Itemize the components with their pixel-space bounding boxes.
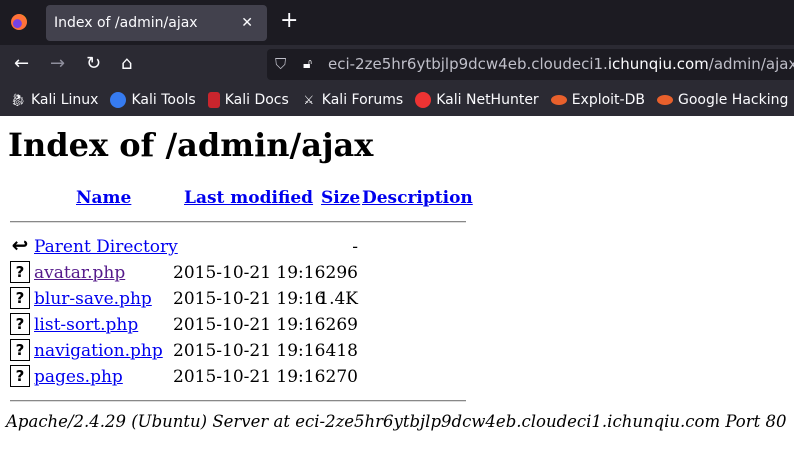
forward-button[interactable]: → xyxy=(50,53,65,74)
file-link[interactable]: blur-save.php xyxy=(34,289,152,309)
table-row: ? navigation.php 2015-10-21 19:16 418 xyxy=(0,338,470,364)
exploitdb-icon xyxy=(550,95,567,105)
file-size: 418 xyxy=(325,341,358,361)
sort-by-modified-link[interactable]: Last modified xyxy=(184,188,313,208)
file-modified: 2015-10-21 19:16 xyxy=(173,367,326,387)
url-domain: ichunqiu.com xyxy=(607,55,709,73)
bookmark-kali-nethunter[interactable]: Kali NetHunter xyxy=(415,92,539,108)
firefox-icon[interactable] xyxy=(11,14,27,30)
file-link[interactable]: navigation.php xyxy=(34,341,163,361)
file-size: 270 xyxy=(325,367,358,387)
bookmarks-bar: 🐉︎ Kali Linux Kali Tools Kali Docs ⚔︎ Kali… xyxy=(0,84,794,116)
file-size: - xyxy=(352,237,358,257)
url-path: /admin/ajax/ xyxy=(708,55,794,73)
unknown-file-icon: ? xyxy=(10,261,30,283)
kali-dragon-icon: 🐉︎ xyxy=(10,93,26,107)
url-bar[interactable]: ⛉ 🔓︎ eci-2ze5hr6ytbjlp9dcw4eb.cloudeci1.… xyxy=(267,49,794,80)
file-link[interactable]: list-sort.php xyxy=(34,315,138,335)
table-row: ? avatar.php 2015-10-21 19:16 296 xyxy=(0,260,470,286)
url-prefix: eci-2ze5hr6ytbjlp9dcw4eb.cloudeci1. xyxy=(328,55,608,73)
back-button[interactable]: ← xyxy=(14,53,29,74)
nav-bar: ← → ↻ ⌂ ⛉ 🔓︎ eci-2ze5hr6ytbjlp9dcw4eb.cl… xyxy=(0,45,794,84)
nethunter-icon xyxy=(415,92,432,108)
file-modified: 2015-10-21 19:16 xyxy=(173,289,326,309)
server-signature: Apache/2.4.29 (Ubuntu) Server at eci-2ze… xyxy=(6,412,787,431)
table-row-parent: ↩ Parent Directory - xyxy=(0,234,470,260)
divider xyxy=(10,221,466,223)
sort-by-name-link[interactable]: Name xyxy=(76,188,131,208)
insecure-lock-icon[interactable]: 🔓︎ xyxy=(303,49,312,80)
bookmark-google-hacking-db[interactable]: Google Hacking DB xyxy=(656,92,794,108)
parent-directory-link[interactable]: Parent Directory xyxy=(34,237,178,257)
shield-icon[interactable]: ⛉ xyxy=(275,49,286,80)
table-row: ? list-sort.php 2015-10-21 19:16 269 xyxy=(0,312,470,338)
bookmark-exploit-db[interactable]: Exploit-DB xyxy=(550,92,645,108)
file-link[interactable]: avatar.php xyxy=(34,263,125,283)
file-link[interactable]: pages.php xyxy=(34,367,123,387)
file-modified: 2015-10-21 19:16 xyxy=(173,263,326,283)
bookmark-kali-forums[interactable]: ⚔︎ Kali Forums xyxy=(301,92,403,108)
kali-forums-icon: ⚔︎ xyxy=(303,93,315,107)
close-tab-icon[interactable]: ✕ xyxy=(241,5,253,41)
page-title: Index of /admin/ajax xyxy=(8,126,374,164)
home-button[interactable]: ⌂ xyxy=(121,53,132,74)
sort-by-description-link[interactable]: Description xyxy=(362,188,473,208)
bookmark-kali-docs[interactable]: Kali Docs xyxy=(207,92,289,108)
unknown-file-icon: ? xyxy=(10,287,30,309)
new-tab-button[interactable]: + xyxy=(280,8,298,33)
tab-bar: Index of /admin/ajax ✕ + xyxy=(0,0,794,45)
kali-tools-icon xyxy=(110,92,127,108)
bookmark-kali-linux[interactable]: 🐉︎ Kali Linux xyxy=(10,92,98,108)
sort-by-size-link[interactable]: Size xyxy=(321,188,360,208)
kali-docs-icon xyxy=(207,92,220,108)
back-arrow-icon: ↩ xyxy=(10,233,30,257)
unknown-file-icon: ? xyxy=(10,365,30,387)
browser-chrome: Index of /admin/ajax ✕ + ← → ↻ ⌂ ⛉ 🔓︎ eci… xyxy=(0,0,794,116)
reload-button[interactable]: ↻ xyxy=(86,53,101,74)
divider xyxy=(10,400,466,402)
table-row: ? blur-save.php 2015-10-21 19:16 1.4K xyxy=(0,286,470,312)
file-modified: 2015-10-21 19:16 xyxy=(173,315,326,335)
file-size: 296 xyxy=(325,263,358,283)
table-row: ? pages.php 2015-10-21 19:16 270 xyxy=(0,364,470,390)
unknown-file-icon: ? xyxy=(10,313,30,335)
file-size: 269 xyxy=(325,315,358,335)
file-size: 1.4K xyxy=(318,289,358,309)
ghdb-icon xyxy=(656,95,673,105)
bookmark-kali-tools[interactable]: Kali Tools xyxy=(110,92,196,108)
file-modified: 2015-10-21 19:16 xyxy=(173,341,326,361)
tab-active[interactable]: Index of /admin/ajax ✕ xyxy=(46,5,267,41)
tab-title: Index of /admin/ajax xyxy=(54,15,198,31)
unknown-file-icon: ? xyxy=(10,339,30,361)
